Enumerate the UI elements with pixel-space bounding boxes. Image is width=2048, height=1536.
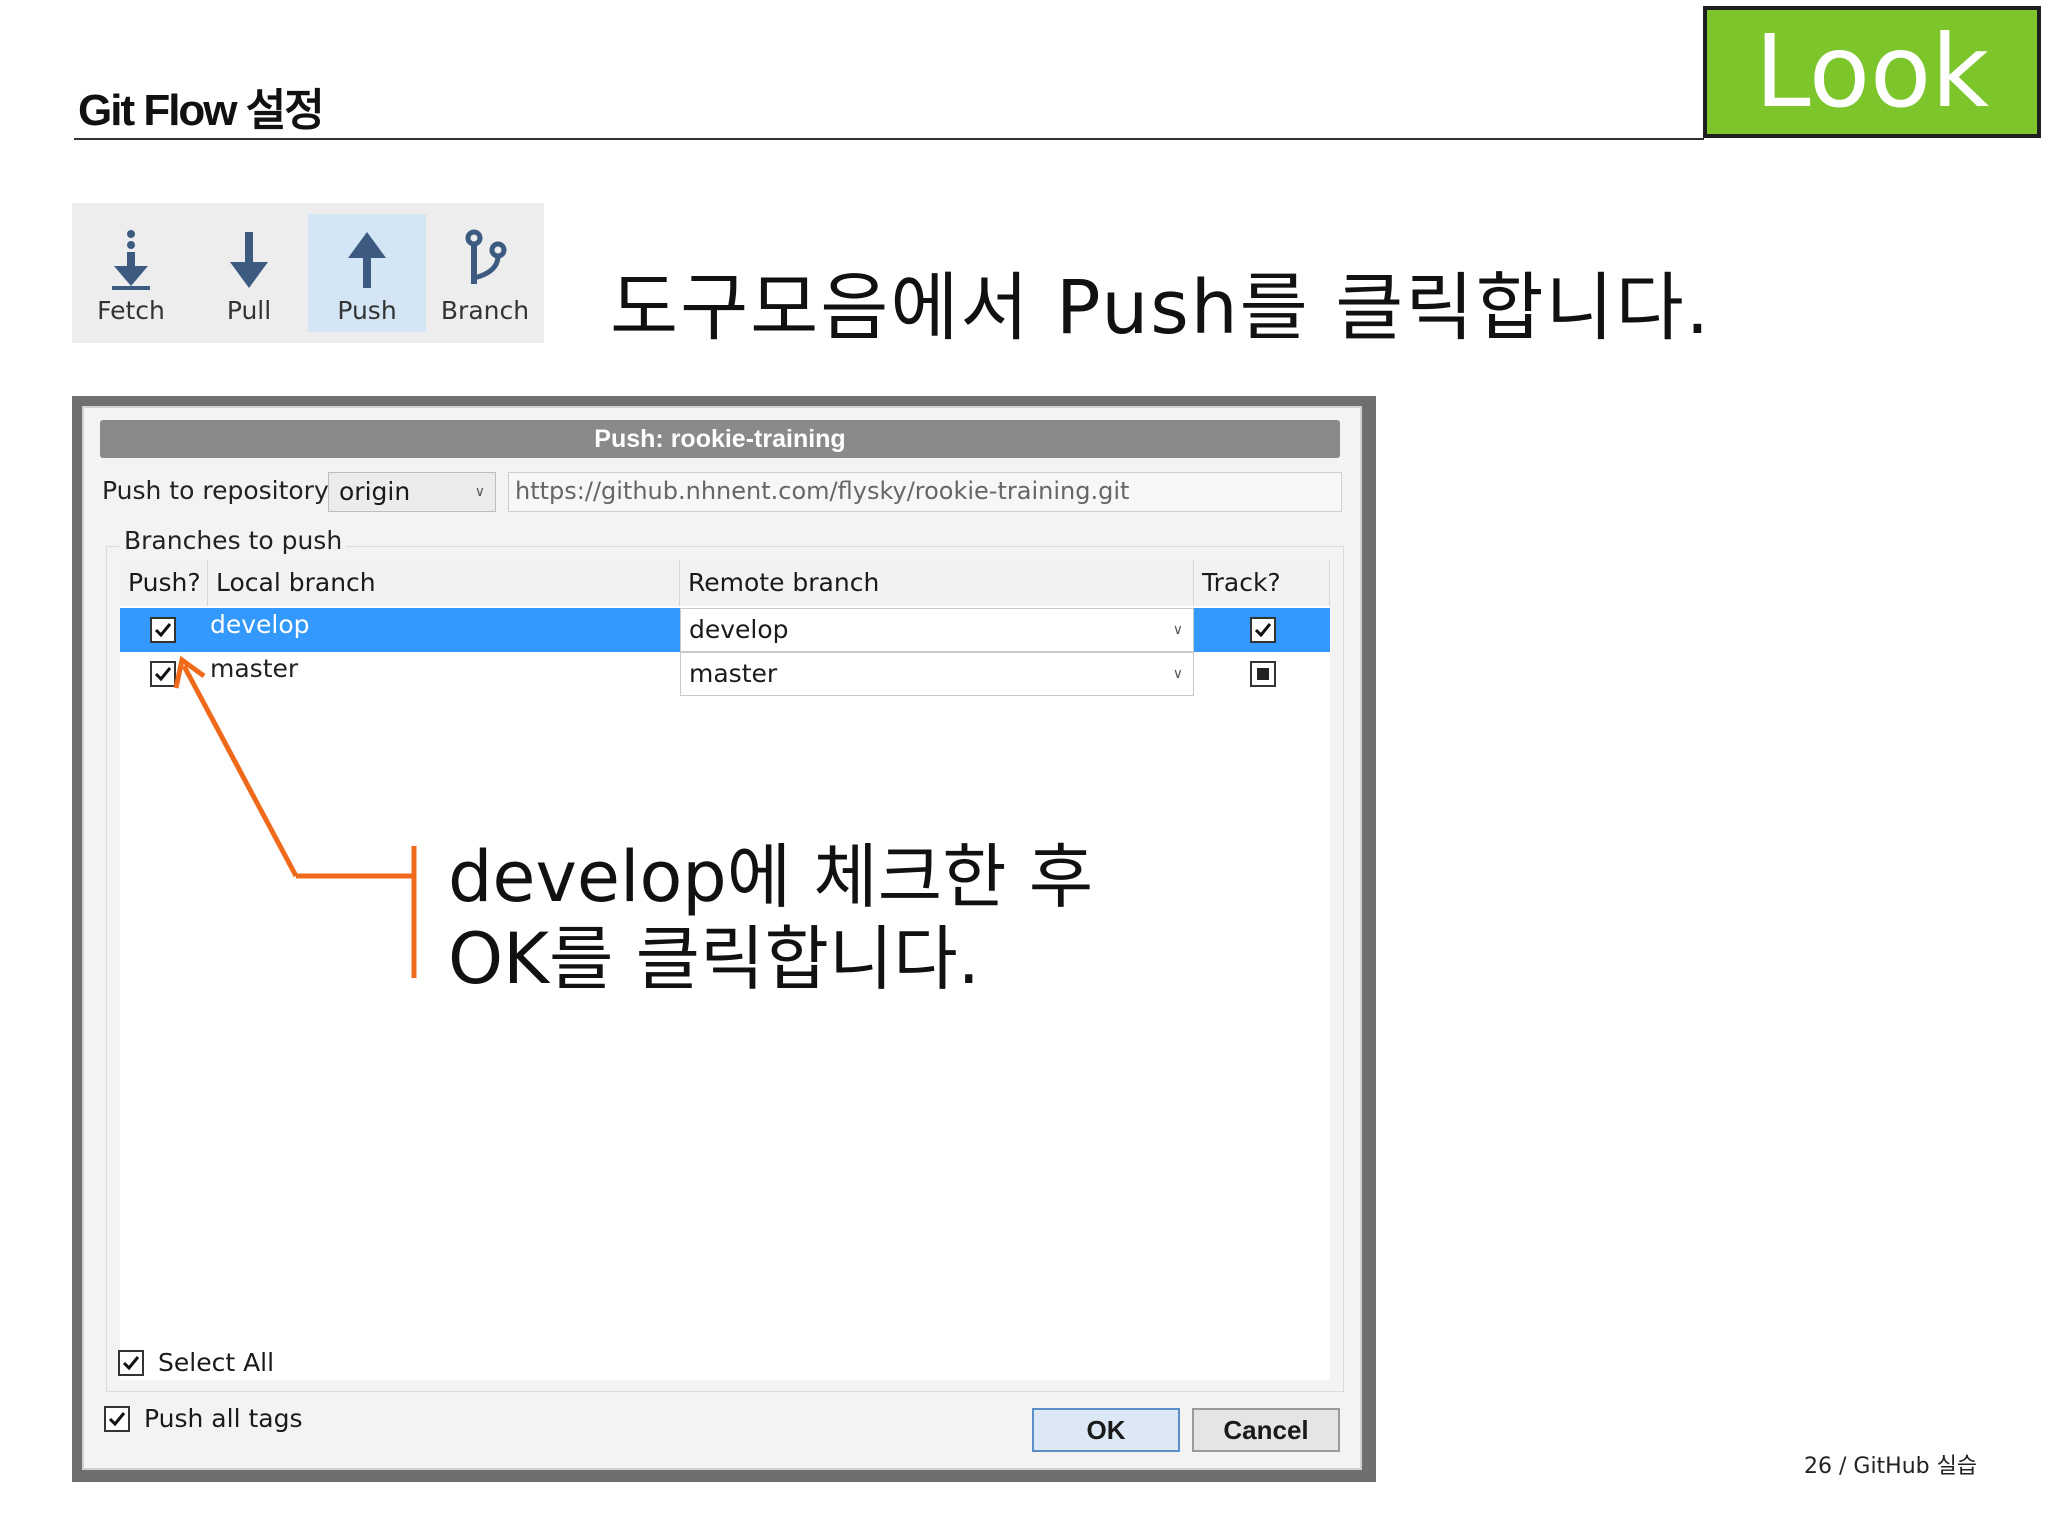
annotation-line-2: OK를 클릭합니다. [448,918,980,1000]
cancel-button[interactable]: Cancel [1192,1408,1340,1452]
fetch-button[interactable]: Fetch [72,214,190,332]
push-all-tags-checkbox[interactable] [104,1406,130,1432]
page-number: 26 / GitHub 실습 [1804,1454,1978,1479]
column-header-track[interactable]: Track? [1194,560,1330,606]
remote-branch-value: master [689,659,778,688]
slide-title: Git Flow 설정 [78,86,325,135]
push-arrow-up-icon [348,232,386,288]
ok-button[interactable]: OK [1032,1408,1180,1452]
branch-icon [465,229,507,284]
track-checkbox[interactable] [1250,617,1276,643]
repository-url-field[interactable]: https://github.nhnent.com/flysky/rookie-… [508,472,1342,512]
dialog-title: Push: rookie-training [100,420,1340,458]
branch-button[interactable]: Branch [426,214,544,332]
select-all-checkbox[interactable] [118,1350,144,1376]
local-branch-name: master [210,654,299,683]
column-header-remote-branch[interactable]: Remote branch [680,560,1194,606]
remote-branch-select[interactable]: master ∨ [680,652,1194,696]
look-badge: Look [1703,6,2041,138]
local-branch-name: develop [210,610,310,639]
fetch-label: Fetch [97,296,165,325]
push-label: Push [337,296,397,325]
branch-label: Branch [440,296,530,325]
toolbar: Fetch Pull Push Branch [72,203,544,343]
column-header-push[interactable]: Push? [120,560,208,606]
repository-select[interactable]: origin ∨ [328,472,496,512]
pull-button[interactable]: Pull [190,214,308,332]
check-icon [122,1356,140,1371]
push-checkbox[interactable] [150,661,176,687]
chevron-down-icon: ∨ [1172,622,1183,638]
remote-branch-select[interactable]: develop ∨ [680,608,1194,652]
annotation-line-1: develop에 체크한 후 [448,836,1094,918]
instruction-text: 도구모음에서 Push를 클릭합니다. [610,265,1712,351]
check-icon [154,623,172,638]
pull-arrow-down-icon [230,232,268,288]
remote-branch-value: develop [689,615,789,644]
fetch-icon [112,230,150,290]
push-to-repository-label: Push to repository: [102,476,336,505]
branches-group-label: Branches to push [120,526,347,555]
annotation-text: develop에 체크한 후 OK를 클릭합니다. [448,836,1093,1000]
column-header-local-branch[interactable]: Local branch [208,560,680,606]
look-badge-label: Look [1754,13,1990,130]
chevron-down-icon: ∨ [474,484,485,500]
track-checkbox[interactable] [1250,661,1276,687]
chevron-down-icon: ∨ [1172,666,1183,682]
push-checkbox[interactable] [150,617,176,643]
select-all-label: Select All [158,1348,275,1377]
table-row[interactable]: develop develop ∨ [120,608,1330,652]
table-row[interactable]: master master ∨ [120,652,1330,696]
repository-select-value: origin [339,477,411,506]
pull-label: Pull [226,296,272,325]
check-icon [108,1412,126,1427]
check-icon [1254,623,1272,638]
push-button[interactable]: Push [308,214,426,332]
check-icon [154,667,172,682]
push-all-tags-label: Push all tags [144,1404,303,1433]
header-divider [74,138,1704,140]
